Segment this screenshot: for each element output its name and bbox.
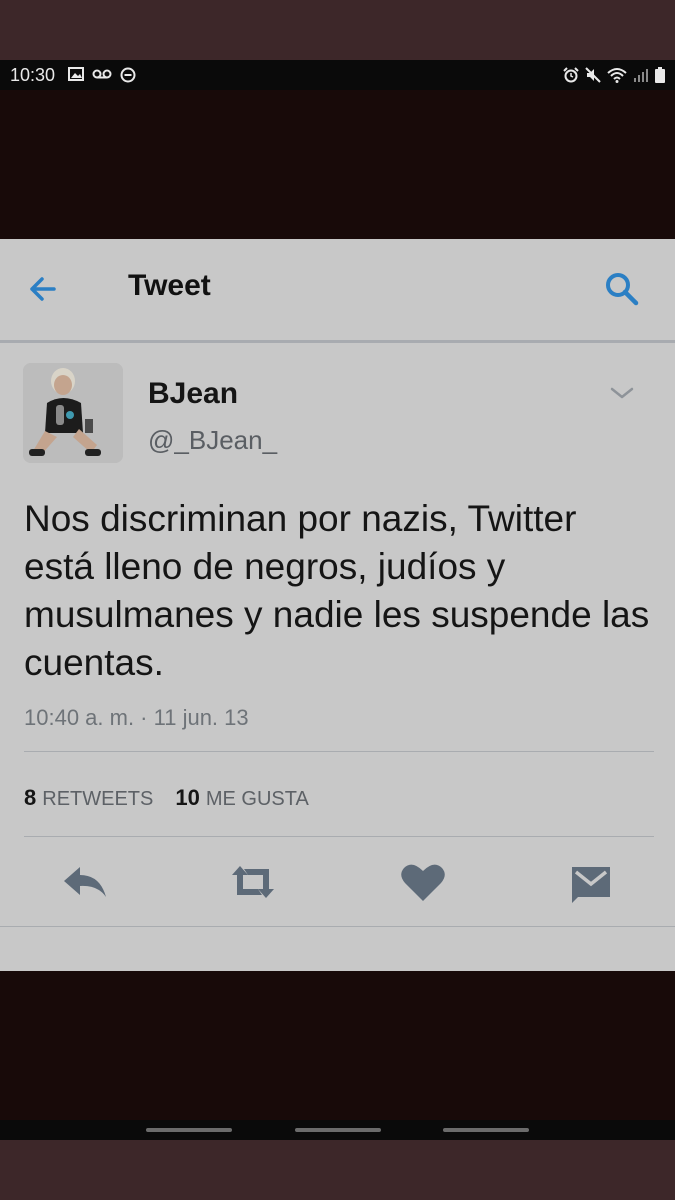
display-name[interactable]: BJean	[148, 377, 238, 411]
divider	[0, 926, 675, 927]
reply-icon[interactable]	[60, 859, 110, 905]
chevron-down-icon[interactable]	[606, 381, 638, 405]
mute-icon	[585, 67, 601, 83]
alarm-icon	[563, 67, 579, 83]
signal-icon	[634, 69, 648, 82]
avatar[interactable]	[23, 363, 123, 463]
nav-handle[interactable]	[443, 1128, 529, 1132]
image-icon	[68, 67, 84, 81]
tweet-text: Nos discriminan por nazis, Twitter está …	[24, 498, 650, 683]
user-handle[interactable]: @_BJean_	[148, 425, 277, 456]
tweet-screen: Tweet BJean @_BJean_ Nos discriminan por…	[0, 239, 675, 971]
navigation-bar	[0, 1120, 675, 1140]
dark-region-bottom	[0, 971, 675, 1120]
like-icon[interactable]	[398, 859, 448, 905]
tweet-actions	[0, 859, 675, 909]
back-arrow-icon[interactable]	[24, 269, 64, 309]
tweet-timestamp: 10:40 a. m. · 11 jun. 13	[24, 705, 249, 730]
retweet-icon[interactable]	[228, 859, 278, 905]
likes-label[interactable]: ME GUSTA	[206, 788, 309, 811]
battery-icon	[655, 67, 665, 83]
retweets-count[interactable]: 8	[24, 785, 36, 811]
nav-handle[interactable]	[146, 1128, 232, 1132]
divider	[24, 751, 654, 752]
likes-count[interactable]: 10	[175, 785, 199, 811]
status-bar: 10:30	[0, 60, 675, 90]
direct-message-icon[interactable]	[566, 859, 616, 905]
dark-region-top	[0, 90, 675, 239]
app-bar: Tweet	[0, 239, 675, 343]
wifi-icon	[607, 68, 627, 83]
nav-handle[interactable]	[295, 1128, 381, 1132]
page-title: Tweet	[128, 269, 211, 302]
retweets-label[interactable]: RETWEETS	[42, 788, 153, 811]
do-not-disturb-icon	[120, 67, 136, 83]
voicemail-icon	[92, 69, 112, 79]
divider	[24, 836, 654, 837]
status-time: 10:30	[10, 65, 56, 85]
tweet-stats: 8 RETWEETS 10 ME GUSTA	[24, 785, 331, 811]
search-icon[interactable]	[600, 269, 644, 309]
